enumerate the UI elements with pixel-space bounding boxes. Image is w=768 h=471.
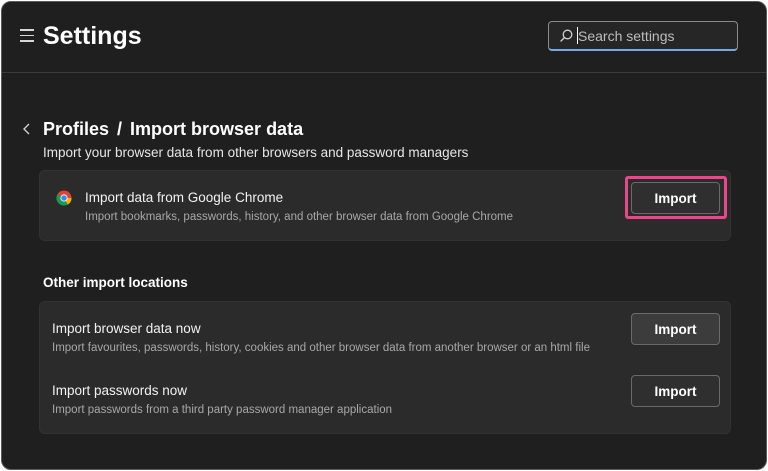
breadcrumb-separator: /	[117, 119, 123, 139]
page-title: Settings	[43, 22, 142, 50]
import-browser-data-title: Import browser data now	[52, 321, 201, 336]
other-locations-title: Other import locations	[43, 275, 188, 290]
breadcrumb-current: Import browser data	[130, 119, 304, 139]
search-icon	[560, 29, 573, 42]
import-passwords-description: Import passwords from a third party pass…	[52, 404, 393, 416]
settings-window: Settings Profiles / Import browser data …	[1, 1, 767, 470]
search-input[interactable]	[578, 27, 728, 44]
menu-icon[interactable]	[20, 29, 36, 43]
chrome-import-title: Import data from Google Chrome	[85, 190, 284, 205]
chrome-icon	[56, 190, 72, 206]
chrome-import-description: Import bookmarks, passwords, history, an…	[85, 211, 514, 223]
import-browser-data-button[interactable]: Import	[631, 313, 720, 345]
breadcrumb: Profiles / Import browser data	[43, 119, 303, 140]
other-locations-card: Import browser data now Import favourite…	[39, 301, 731, 434]
import-chrome-button[interactable]: Import	[631, 182, 720, 214]
search-box[interactable]	[548, 21, 738, 51]
back-chevron-icon[interactable]	[21, 122, 33, 136]
chrome-import-card: Import data from Google Chrome Import bo…	[39, 170, 731, 241]
import-passwords-title: Import passwords now	[52, 383, 188, 398]
import-passwords-button[interactable]: Import	[631, 375, 720, 407]
import-browser-data-description: Import favourites, passwords, history, c…	[52, 342, 590, 354]
settings-header: Settings	[2, 2, 766, 73]
page-subtitle: Import your browser data from other brow…	[43, 145, 469, 160]
breadcrumb-parent[interactable]: Profiles	[43, 119, 109, 140]
